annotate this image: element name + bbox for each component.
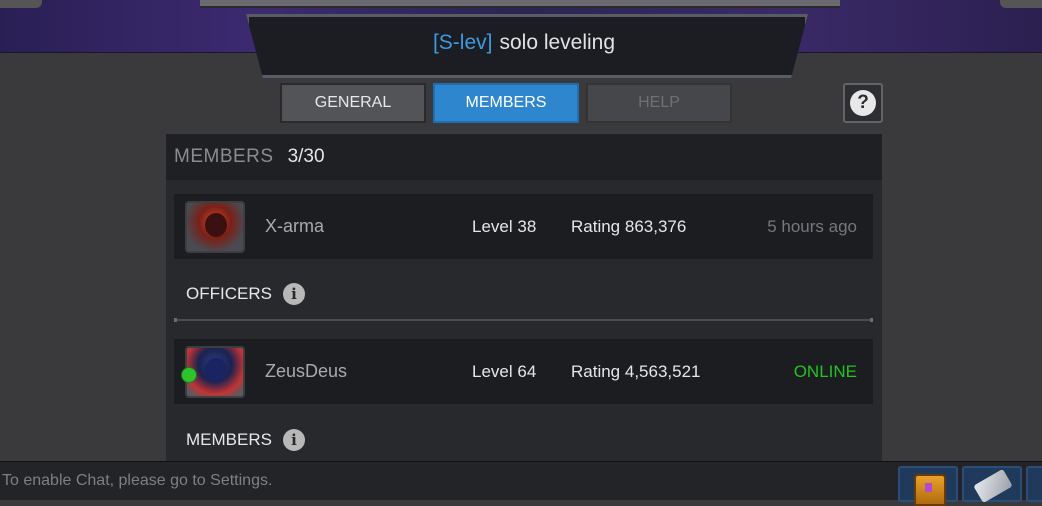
members-panel: MEMBERS 3/30 X-arma Level 38 Rating 863,… xyxy=(166,134,882,461)
chip-icon xyxy=(973,468,1013,504)
officers-section-header: OFFICERS i xyxy=(186,279,305,309)
member-level: Level 38 xyxy=(472,216,537,236)
member-level: Level 64 xyxy=(472,361,537,381)
members-header-label: MEMBERS xyxy=(174,146,274,167)
banner-corner-left xyxy=(0,0,42,8)
members-header: MEMBERS 3/30 xyxy=(166,134,882,180)
section-divider xyxy=(174,318,873,322)
tab-general[interactable]: GENERAL xyxy=(280,83,426,123)
banner-strip xyxy=(200,0,840,8)
members-section-header: MEMBERS i xyxy=(186,425,305,455)
member-name: ZeusDeus xyxy=(265,361,348,381)
alliance-name: solo leveling xyxy=(499,31,616,54)
members-count: 3/30 xyxy=(287,146,325,167)
alliance-tag: [S-lev] xyxy=(432,31,493,54)
info-icon[interactable]: i xyxy=(282,283,305,305)
chest-icon xyxy=(914,474,946,506)
member-name: X-arma xyxy=(265,216,325,236)
member-row-leader[interactable]: X-arma Level 38 Rating 863,376 5 hours a… xyxy=(174,194,873,259)
tab-members[interactable]: MEMBERS xyxy=(433,83,579,123)
member-status-online: ONLINE xyxy=(793,361,857,381)
item-shortcut-button[interactable] xyxy=(962,466,1022,504)
member-row-officer[interactable]: ZeusDeus Level 64 Rating 4,563,521 ONLIN… xyxy=(174,339,873,404)
officers-label: OFFICERS xyxy=(186,284,272,303)
chat-footer: To enable Chat, please go to Settings. xyxy=(0,461,1042,506)
chat-notice[interactable]: To enable Chat, please go to Settings. xyxy=(2,462,272,500)
more-button[interactable] xyxy=(1026,466,1042,502)
question-mark-icon: ? xyxy=(850,90,876,116)
alliance-title: [S-lev] solo leveling xyxy=(246,14,802,72)
member-last-seen: 5 hours ago xyxy=(767,216,857,236)
banner-corner-right xyxy=(1000,0,1042,8)
crystal-chest-button[interactable] xyxy=(898,466,958,506)
members-section-label: MEMBERS xyxy=(186,430,272,449)
member-rating: Rating 4,563,521 xyxy=(571,361,701,381)
member-rating: Rating 863,376 xyxy=(571,216,687,236)
help-button[interactable]: ? xyxy=(843,83,883,123)
info-icon[interactable]: i xyxy=(282,429,305,451)
avatar xyxy=(185,201,245,253)
online-indicator-icon xyxy=(181,367,197,383)
tab-help[interactable]: HELP xyxy=(586,83,732,123)
